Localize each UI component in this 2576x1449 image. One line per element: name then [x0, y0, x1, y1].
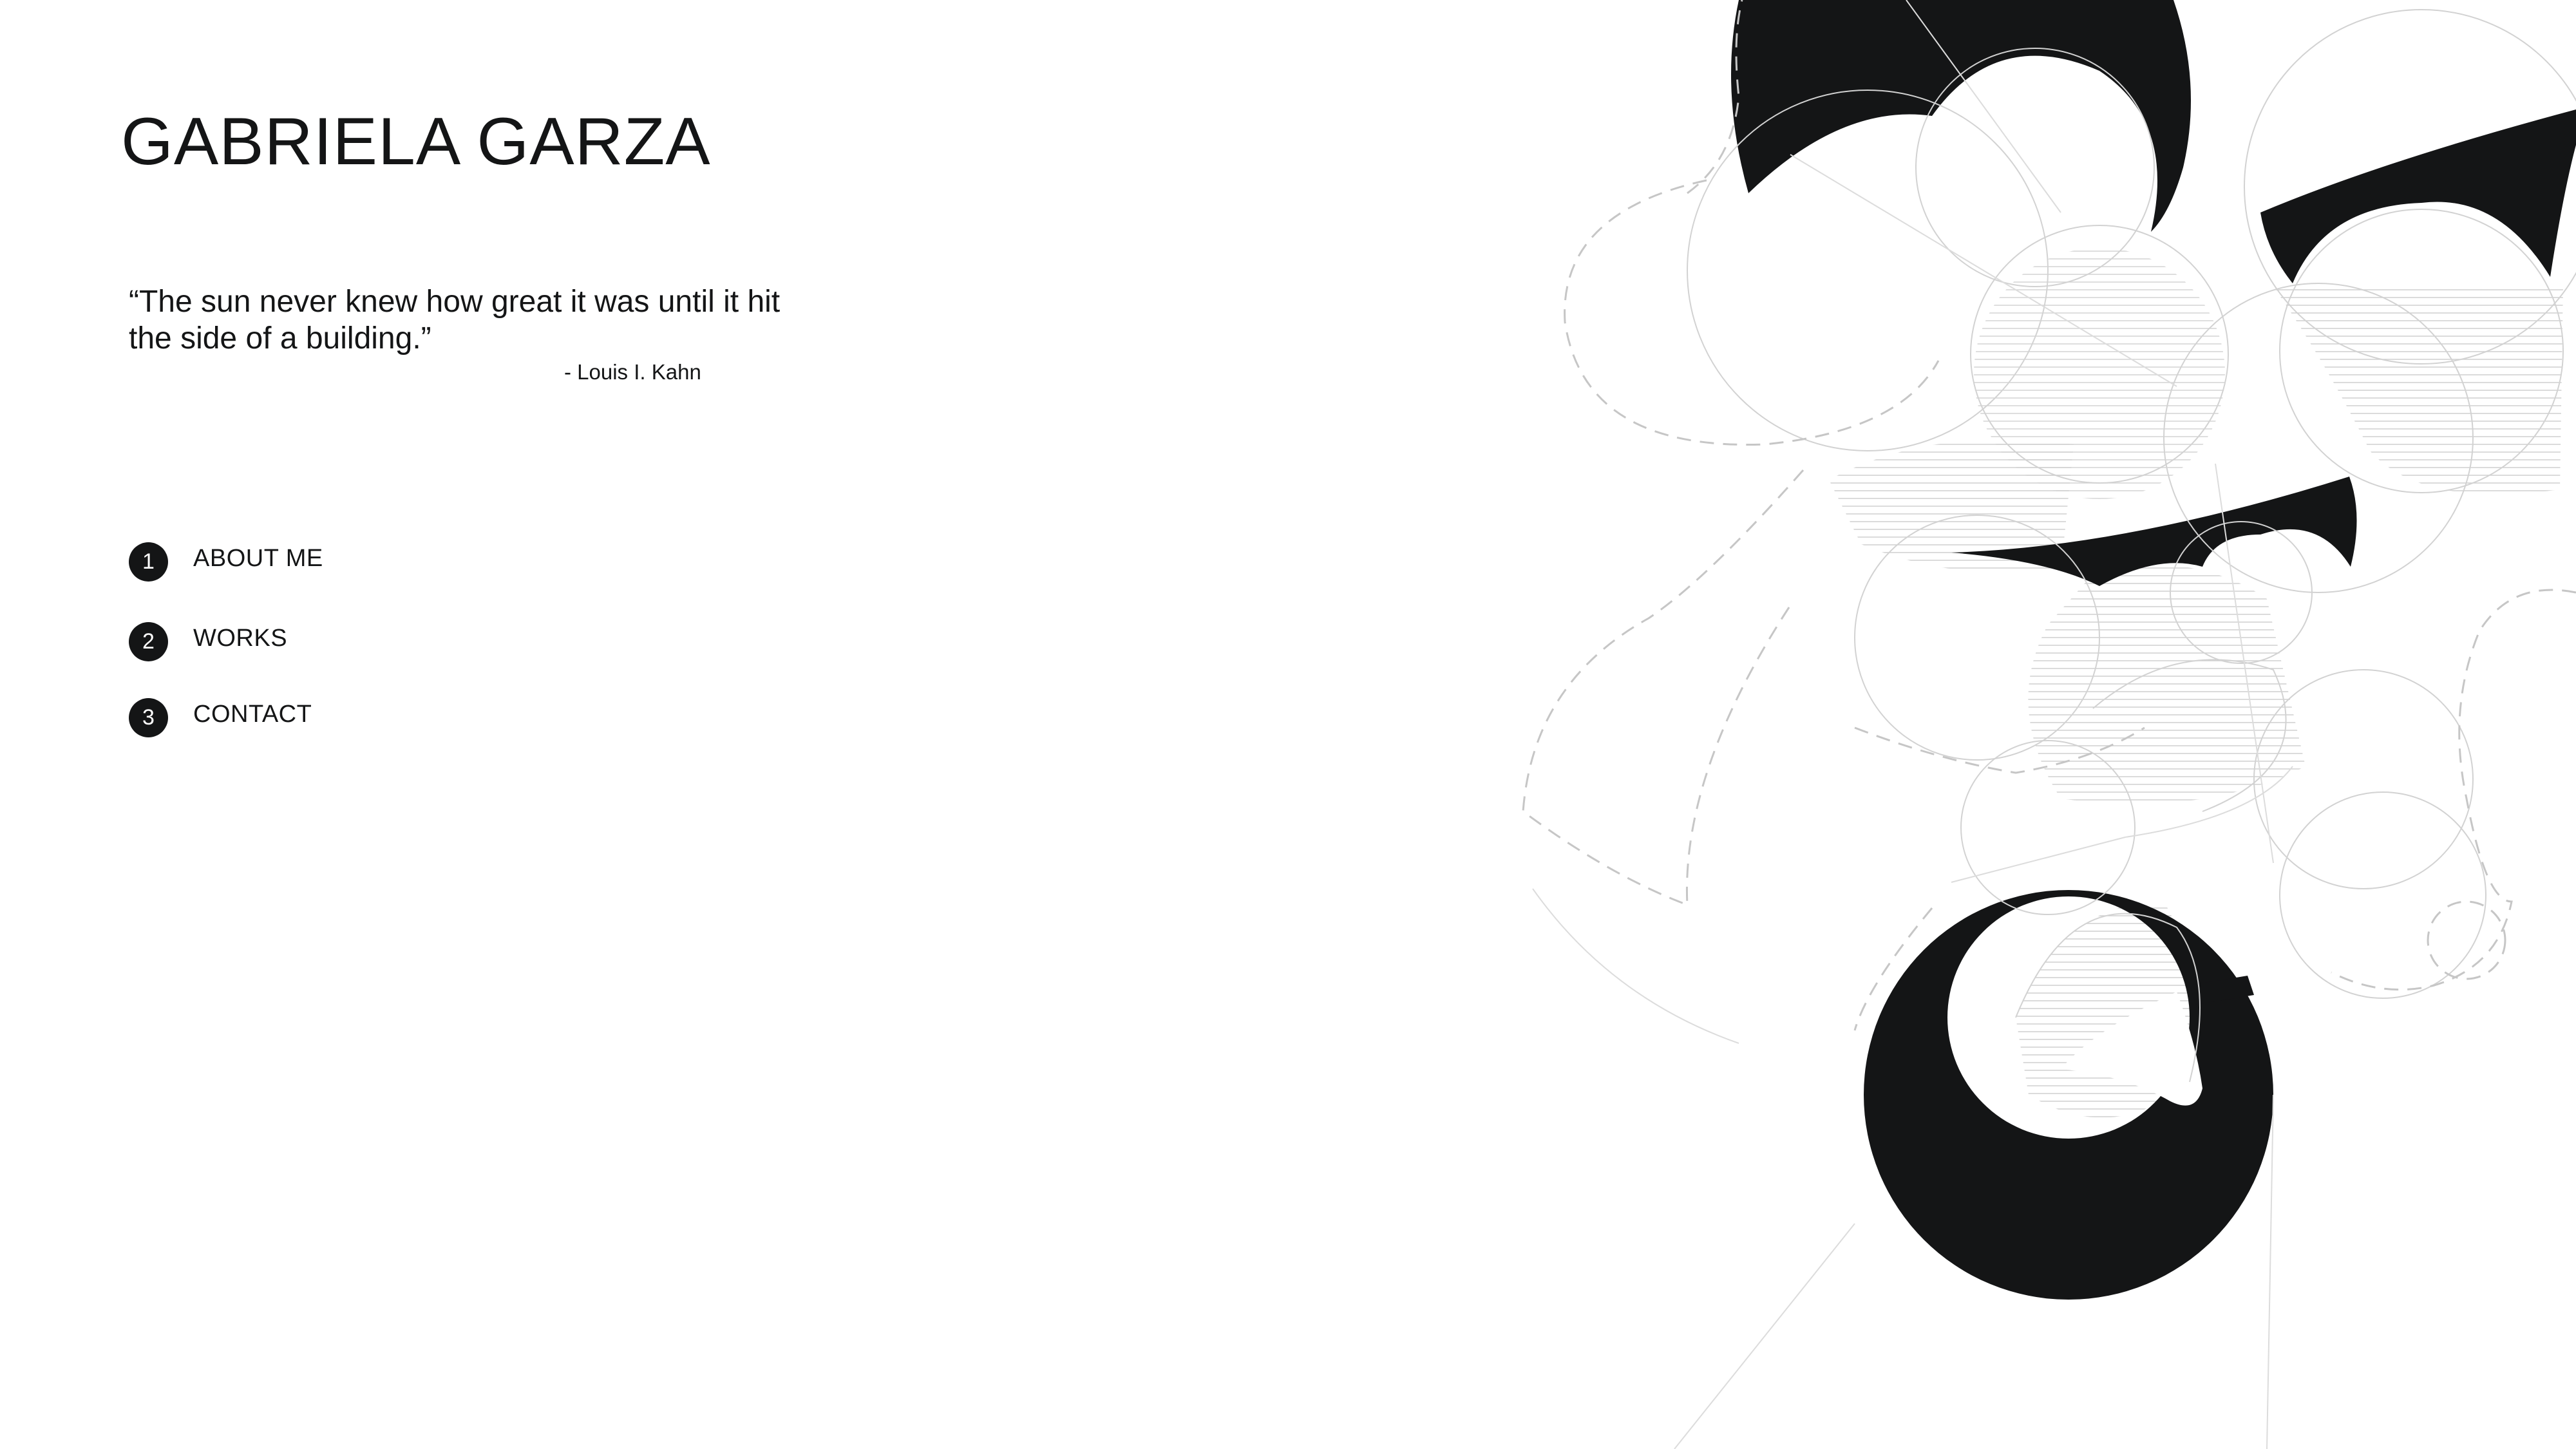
- site-title: GABRIELA GARZA: [121, 104, 711, 179]
- nav-number-badge: 2: [129, 621, 168, 661]
- nav-item-works[interactable]: 2 WORKS: [129, 621, 287, 662]
- nav-label: CONTACT: [193, 700, 312, 728]
- quote-text: “The sun never knew how great it was unt…: [129, 285, 781, 355]
- nav-label: WORKS: [193, 624, 288, 652]
- nav-number-badge: 1: [129, 542, 168, 582]
- quote-author: - Louis I. Kahn: [564, 360, 701, 384]
- hero-illustration: [1522, 0, 2576, 1449]
- nav-item-about-me[interactable]: 1 ABOUT ME: [129, 541, 323, 582]
- quote-block: “The sun never knew how great it was unt…: [129, 283, 811, 384]
- nav-item-contact[interactable]: 3 CONTACT: [129, 697, 312, 738]
- nav-number-badge: 3: [129, 697, 168, 737]
- nav-label: ABOUT ME: [193, 544, 323, 572]
